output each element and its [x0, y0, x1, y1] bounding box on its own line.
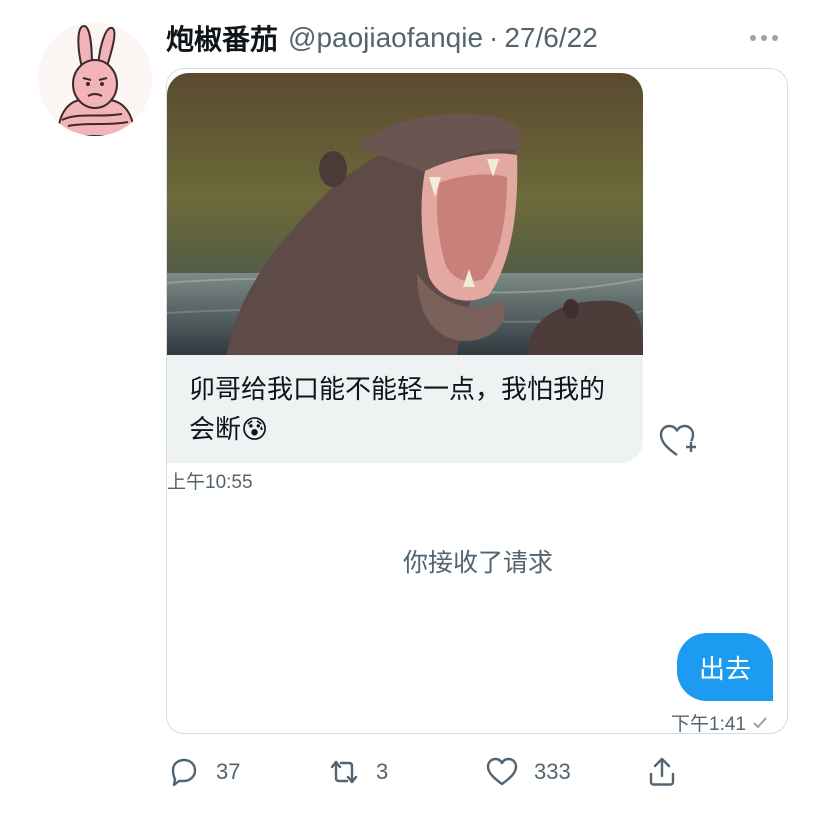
share-button[interactable] — [644, 752, 680, 792]
heart-plus-icon[interactable] — [657, 421, 697, 461]
outgoing-timestamp-row: 下午1:41 — [671, 709, 768, 734]
incoming-timestamp: 上午10:55 — [167, 472, 253, 493]
more-horizontal-icon[interactable] — [750, 28, 786, 48]
system-message: 你接收了请求 — [402, 549, 553, 577]
tweet-header: 炮椒番茄 @paojiaofanqie · 27/6/22 — [166, 18, 598, 58]
retweet-icon — [330, 760, 358, 784]
retweet-count: 3 — [376, 759, 389, 784]
share-icon — [649, 757, 675, 786]
reply-button[interactable]: 37 — [166, 752, 240, 792]
outgoing-timestamp: 下午1:41 — [671, 714, 746, 734]
tweet-date[interactable]: 27/6/22 — [504, 22, 597, 54]
like-count: 333 — [534, 759, 571, 784]
pink-bunny-avatar — [38, 22, 152, 136]
user-handle[interactable]: @paojiaofanqie — [288, 22, 483, 54]
avatar[interactable] — [38, 22, 152, 136]
display-name[interactable]: 炮椒番茄 — [166, 18, 278, 58]
tweet-action-bar: 37 3 333 — [166, 752, 696, 792]
retweet-button[interactable]: 3 — [326, 752, 388, 792]
reply-count: 37 — [216, 759, 241, 784]
incoming-message-text: 卯哥给我口能不能轻一点，我怕我的会断😰 — [189, 374, 606, 444]
tweet-media-card[interactable]: 卯哥给我口能不能轻一点，我怕我的会断😰 上午10:55 你接收了请求 出去 下午… — [166, 68, 788, 734]
check-icon — [753, 716, 767, 728]
like-icon — [486, 757, 518, 786]
outgoing-message-bubble: 出去 — [677, 633, 773, 701]
like-button[interactable]: 333 — [484, 752, 571, 792]
separator: · — [489, 22, 499, 53]
outgoing-message-text: 出去 — [698, 653, 751, 684]
incoming-message-bubble: 卯哥给我口能不能轻一点，我怕我的会断😰 — [167, 73, 643, 463]
hippo-photo — [167, 73, 643, 355]
reply-icon — [171, 758, 197, 787]
